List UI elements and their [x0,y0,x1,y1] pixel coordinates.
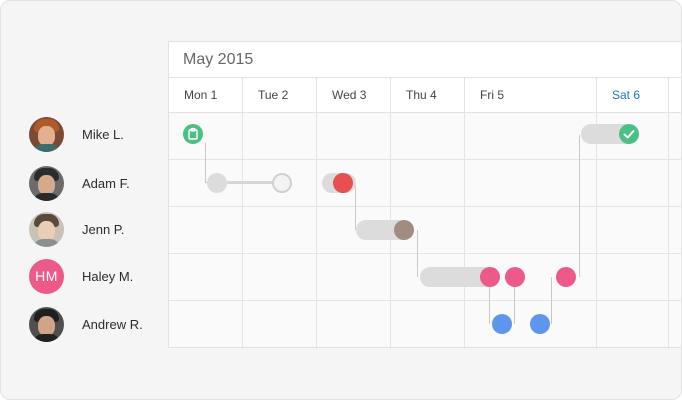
task-dot[interactable] [556,267,576,287]
dependency-line [417,230,418,277]
task-complete-marker[interactable] [619,124,639,144]
task-dot[interactable] [505,267,525,287]
clipboard-icon [188,127,198,140]
dependency-line [579,135,580,277]
task-dot[interactable] [272,173,292,193]
task-dot[interactable] [394,220,414,240]
task-dot[interactable] [333,173,353,193]
task-timeline [1,1,681,399]
task-dot[interactable] [207,173,227,193]
dependency-line [205,143,206,183]
dependency-line [551,277,552,324]
task-dot[interactable] [480,267,500,287]
task-start-marker[interactable] [183,124,203,144]
task-dot[interactable] [492,314,512,334]
task-dot[interactable] [530,314,550,334]
checkmark-icon [623,130,635,139]
dependency-line [355,183,356,230]
app-frame: Mike L. Adam F. Jenn P. HM Haley M. Andr… [0,0,682,400]
